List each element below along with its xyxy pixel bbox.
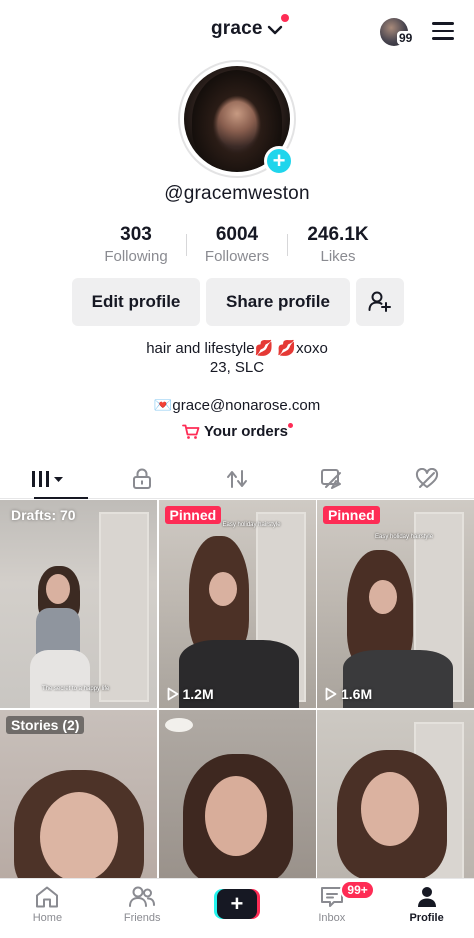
drafts-badge: Drafts: 70 [11,507,76,523]
bio-line: 23, SLC [209,359,265,376]
stat-value: 6004 [215,224,259,245]
friends-icon [129,886,156,907]
your-orders-link[interactable]: Your orders [182,423,288,440]
edit-profile-button[interactable]: Edit profile [72,278,200,326]
inbox-badge: 99+ [340,880,375,900]
tagged-icon [320,468,341,489]
video-tile-drafts[interactable]: Drafts: 70 The secret to a happy life [0,500,157,708]
video-grid: Drafts: 70 The secret to a happy life Pi… [0,500,474,878]
lock-icon [133,468,152,489]
profile-handle: @gracemweston [164,183,310,204]
video-caption: The secret to a happy life [42,686,110,692]
nav-label: Inbox [318,912,346,924]
notification-dot [281,14,289,22]
tab-liked[interactable] [379,459,474,498]
nav-profile[interactable]: Profile [379,879,474,938]
nav-label: Home [32,912,63,924]
profile-actions: Edit profile Share profile [72,278,404,326]
video-caption: Easy holiday hairstyle [222,522,281,528]
view-count: 1.2M [167,686,214,702]
tab-tagged[interactable] [284,459,379,498]
liked-icon [415,467,438,488]
video-tile-pinned[interactable]: Pinned Easy holiday hairstyle 1.6M [317,500,474,708]
view-count-text: 1.2M [182,686,214,702]
top-bar: grace 99 [0,0,474,62]
username: grace [211,18,263,39]
nav-label: Profile [409,912,444,924]
home-icon [36,886,59,908]
orders-label: Your orders [204,423,288,440]
stat-followers[interactable]: 6004 Followers [187,224,287,268]
video-tile[interactable] [158,710,316,878]
stat-value: 246.1K [307,224,369,245]
stat-likes[interactable]: 246.1K Likes [288,224,388,268]
nav-home[interactable]: Home [0,879,95,938]
stat-label: Likes [320,248,356,265]
chevron-down-icon [267,25,282,35]
stat-following[interactable]: 303 Following [86,224,186,268]
add-story-button[interactable]: + [264,146,294,176]
video-tile-pinned[interactable]: Pinned Easy holiday hairstyle 1.2M [158,500,316,708]
stories-badge: Stories (2) [6,716,85,734]
share-profile-button[interactable]: Share profile [206,278,350,326]
play-icon [167,687,178,701]
cart-icon [182,424,200,439]
profile-tabs [0,459,474,499]
orders-notification-dot [288,423,293,428]
repost-icon [226,469,247,488]
play-icon [325,687,337,701]
plus-icon: + [216,889,257,919]
tab-private[interactable] [95,459,190,498]
stat-label: Following [104,248,168,265]
pinned-badge: Pinned [164,506,222,524]
profile-stats: 303 Following 6004 Followers 246.1K Like… [86,224,388,268]
profile-icon [417,887,436,907]
nav-create[interactable]: + [190,879,285,938]
bio-line: hair and lifestyle💋 💋xoxo [146,340,328,357]
video-tile[interactable] [317,710,474,878]
nav-friends[interactable]: Friends [95,879,190,938]
menu-icon[interactable] [432,22,454,40]
stories-count: 99 [397,31,415,45]
nav-label: Friends [123,912,161,924]
stat-label: Followers [204,248,270,265]
add-friend-button[interactable] [356,278,404,326]
account-switcher[interactable]: grace [211,18,283,40]
view-count: 1.6M [325,686,372,702]
tab-reposts[interactable] [190,459,285,498]
profile-bio: hair and lifestyle💋 💋xoxo 23, SLC [0,339,474,377]
videos-grid-icon [32,470,64,487]
tab-videos[interactable] [0,459,95,499]
add-user-icon [368,291,391,312]
view-count-text: 1.6M [341,686,373,702]
email-link[interactable]: 💌grace@nonarose.com [0,396,474,414]
pinned-badge: Pinned [323,506,380,524]
nav-inbox[interactable]: 99+ Inbox [284,879,379,938]
stat-value: 303 [120,224,152,245]
video-caption: Easy holiday hairstyle [375,534,434,540]
video-tile-stories[interactable]: Stories (2) [0,710,157,878]
bottom-navigation: Home Friends + 99+ Inbox Profile [0,878,474,938]
create-button[interactable]: + [213,889,260,919]
